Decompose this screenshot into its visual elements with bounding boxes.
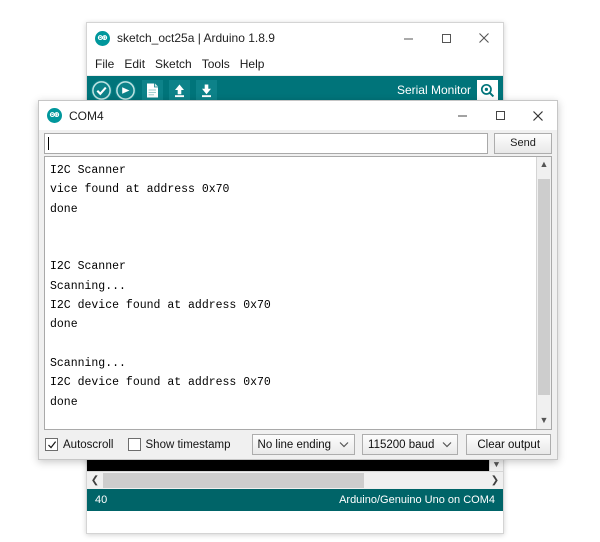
serial-monitor-window: COM4 Send I2C Scanner vice found at addr… — [38, 100, 558, 460]
ide-minimize-button[interactable] — [389, 23, 427, 53]
menu-item-help[interactable]: Help — [240, 57, 272, 71]
ide-statusbar: 40 Arduino/Genuino Uno on COM4 — [87, 489, 503, 511]
line-ending-select[interactable]: No line ending — [251, 434, 356, 455]
serial-maximize-button[interactable] — [481, 101, 519, 131]
scroll-down-glyph: ▼ — [539, 415, 549, 425]
menu-item-file[interactable]: File — [95, 57, 121, 71]
serial-window-controls — [443, 101, 557, 131]
timestamp-checkbox[interactable] — [127, 438, 141, 451]
serial-monitor-button[interactable] — [477, 79, 498, 101]
scroll-down-icon[interactable]: ▼ — [494, 459, 499, 471]
save-button[interactable] — [196, 79, 217, 101]
status-line-number: 40 — [95, 494, 108, 506]
ide-menubar: File Edit Sketch Tools Help — [87, 53, 503, 76]
serial-output-panel: I2C Scanner vice found at address 0x70 d… — [44, 156, 552, 430]
scroll-left-icon[interactable]: ❮ — [87, 473, 103, 488]
menu-item-edit[interactable]: Edit — [124, 57, 152, 71]
chevron-down-icon — [339, 441, 349, 448]
baud-rate-value: 115200 baud — [368, 438, 435, 451]
arduino-logo-icon — [47, 108, 62, 123]
menu-item-sketch[interactable]: Sketch — [155, 57, 199, 71]
console-horizontal-scrollbar[interactable]: ❮ ❯ — [87, 471, 503, 489]
hscroll-track[interactable] — [103, 473, 487, 488]
autoscroll-label: Autoscroll — [63, 438, 114, 451]
autoscroll-checkbox[interactable] — [45, 438, 58, 451]
serial-vertical-scrollbar[interactable]: ▲ ▼ — [536, 157, 551, 429]
send-button[interactable]: Send — [494, 132, 552, 154]
serial-scroll-thumb[interactable] — [538, 179, 550, 395]
autoscroll-checkbox-group[interactable]: Autoscroll — [45, 438, 114, 451]
baud-rate-select[interactable]: 115200 baud — [362, 434, 459, 455]
clear-output-button[interactable]: Clear output — [466, 434, 552, 455]
serial-monitor-label: Serial Monitor — [396, 83, 471, 97]
timestamp-checkbox-group[interactable]: Show timestamp — [127, 438, 231, 451]
text-caret — [48, 136, 49, 150]
serial-close-button[interactable] — [519, 101, 557, 131]
arduino-logo-icon — [95, 30, 110, 46]
ide-close-button[interactable] — [465, 23, 503, 53]
serial-bottom-toolbar: Autoscroll Show timestamp No line ending… — [39, 430, 557, 459]
open-button[interactable] — [169, 79, 190, 101]
status-board-info: Arduino/Genuino Uno on COM4 — [339, 494, 495, 506]
scroll-down-icon[interactable]: ▼ — [540, 413, 549, 427]
chevron-down-icon — [442, 441, 452, 448]
upload-button[interactable] — [115, 79, 136, 101]
send-input[interactable] — [44, 132, 488, 154]
serial-monitor-title: COM4 — [69, 108, 104, 123]
serial-output-text[interactable]: I2C Scanner vice found at address 0x70 d… — [45, 157, 536, 429]
ide-window-controls — [389, 23, 503, 53]
menu-item-tools[interactable]: Tools — [202, 57, 237, 71]
new-button[interactable] — [142, 79, 163, 101]
ide-maximize-button[interactable] — [427, 23, 465, 53]
scroll-up-icon[interactable]: ▲ — [540, 157, 549, 171]
ide-titlebar: sketch_oct25a | Arduino 1.8.9 — [87, 23, 503, 53]
scroll-right-icon[interactable]: ❯ — [487, 473, 503, 488]
send-row: Send — [39, 130, 557, 156]
serial-monitor-titlebar: COM4 — [39, 101, 557, 130]
ide-title: sketch_oct25a | Arduino 1.8.9 — [117, 31, 275, 45]
serial-minimize-button[interactable] — [443, 101, 481, 131]
line-ending-value: No line ending — [257, 438, 332, 451]
verify-button[interactable] — [91, 79, 112, 101]
timestamp-label: Show timestamp — [145, 438, 231, 451]
hscroll-thumb[interactable] — [103, 473, 365, 488]
